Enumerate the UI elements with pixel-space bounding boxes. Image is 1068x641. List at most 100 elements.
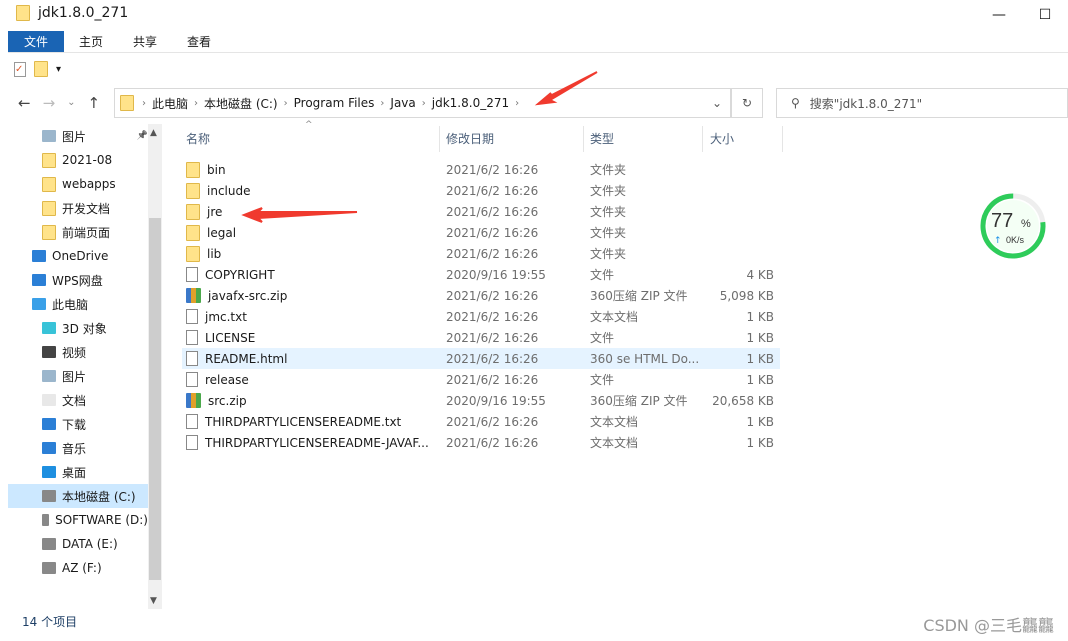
breadcrumb-c-drive[interactable]: 本地磁盘 (C:) bbox=[198, 95, 284, 112]
upload-arrow-icon: ↑ bbox=[994, 236, 1002, 246]
column-header-date[interactable]: 修改日期 bbox=[446, 128, 494, 150]
sidebar-item[interactable]: AZ (F:) bbox=[8, 556, 148, 580]
refresh-button[interactable]: ↻ bbox=[731, 88, 763, 118]
sidebar-item[interactable]: DATA (E:) bbox=[8, 532, 148, 556]
network-speed-gauge[interactable]: 77 % ↑ 0K/s bbox=[980, 193, 1046, 259]
up-icon[interactable]: ↑ bbox=[88, 94, 101, 112]
sidebar-item[interactable]: OneDrive bbox=[8, 244, 148, 268]
file-name-cell: src.zip bbox=[186, 393, 247, 408]
file-name: THIRDPARTYLICENSEREADME.txt bbox=[205, 414, 402, 429]
file-row[interactable]: release 2021/6/2 16:26 文件 1 KB bbox=[182, 369, 780, 390]
file-date: 2021/6/2 16:26 bbox=[446, 330, 539, 345]
tab-file[interactable]: 文件 bbox=[8, 31, 64, 53]
sidebar-item[interactable]: 视频 bbox=[8, 340, 148, 364]
breadcrumb-java[interactable]: Java bbox=[384, 96, 421, 110]
sidebar-item-label: 视频 bbox=[62, 345, 87, 360]
file-row[interactable]: bin 2021/6/2 16:26 文件夹 bbox=[182, 159, 780, 180]
sidebar-item[interactable]: 下载 bbox=[8, 412, 148, 436]
sidebar-item[interactable]: SOFTWARE (D:) bbox=[8, 508, 148, 532]
desktop-icon bbox=[42, 466, 56, 478]
divider[interactable] bbox=[782, 126, 783, 152]
divider[interactable] bbox=[583, 126, 584, 152]
sidebar-item[interactable]: WPS网盘 bbox=[8, 268, 148, 292]
file-row[interactable]: legal 2021/6/2 16:26 文件夹 bbox=[182, 222, 780, 243]
music-icon bbox=[42, 442, 56, 454]
file-size: 5,098 KB bbox=[719, 288, 774, 303]
file-row[interactable]: THIRDPARTYLICENSEREADME-JAVAF... 2021/6/2… bbox=[182, 432, 780, 453]
column-header-name[interactable]: 名称 bbox=[186, 128, 210, 150]
file-size: 1 KB bbox=[746, 330, 774, 345]
folder-icon bbox=[42, 152, 56, 168]
breadcrumb-this-pc[interactable]: 此电脑 bbox=[146, 95, 194, 112]
file-row[interactable]: LICENSE 2021/6/2 16:26 文件 1 KB bbox=[182, 327, 780, 348]
chevron-right-icon[interactable]: › bbox=[515, 98, 519, 109]
sidebar-item[interactable]: 开发文档 bbox=[8, 196, 148, 220]
chevron-down-icon[interactable]: ⌄ bbox=[712, 96, 722, 110]
file-type: 文件夹 bbox=[590, 184, 627, 198]
divider[interactable] bbox=[702, 126, 703, 152]
file-row[interactable]: COPYRIGHT 2020/9/16 19:55 文件 4 KB bbox=[182, 264, 780, 285]
file-icon bbox=[186, 267, 198, 282]
sidebar-item-label: 图片 bbox=[62, 369, 87, 384]
file-row[interactable]: README.html 2021/6/2 16:26 360 se HTML Do.… bbox=[182, 348, 780, 369]
breadcrumb-jdk[interactable]: jdk1.8.0_271 bbox=[426, 96, 515, 110]
search-input[interactable]: ⚲ 搜索"jdk1.8.0_271" bbox=[776, 88, 1068, 118]
file-type: 文件夹 bbox=[590, 205, 627, 219]
column-header-type[interactable]: 类型 bbox=[590, 128, 614, 150]
column-header-size[interactable]: 大小 bbox=[710, 128, 734, 150]
sidebar-item[interactable]: 文档 bbox=[8, 388, 148, 412]
watermark: CSDN @三毛龘龘 bbox=[923, 616, 1054, 635]
title-bar: jdk1.8.0_271 bbox=[16, 5, 128, 21]
tab-home[interactable]: 主页 bbox=[64, 31, 118, 53]
file-name-cell: release bbox=[186, 372, 249, 387]
sidebar-item[interactable]: webapps bbox=[8, 172, 148, 196]
folder-icon bbox=[16, 5, 30, 21]
sidebar-item[interactable]: 3D 对象 bbox=[8, 316, 148, 340]
file-type: 文件夹 bbox=[590, 226, 627, 240]
file-row[interactable]: lib 2021/6/2 16:26 文件夹 bbox=[182, 243, 780, 264]
sidebar-item[interactable]: 2021-08 bbox=[8, 148, 148, 172]
tab-share[interactable]: 共享 bbox=[118, 31, 172, 53]
navigation-buttons: ← → ⌄ ↑ bbox=[18, 94, 100, 112]
pin-icon[interactable]: 📌 bbox=[137, 131, 148, 141]
drive-icon bbox=[42, 562, 56, 574]
sidebar-item[interactable]: 图片 bbox=[8, 364, 148, 388]
quick-access-toolbar: ✓ ▾ bbox=[14, 61, 61, 77]
file-row[interactable]: THIRDPARTYLICENSEREADME.txt 2021/6/2 16:2… bbox=[182, 411, 780, 432]
sidebar-item[interactable]: 此电脑 bbox=[8, 292, 148, 316]
file-size: 1 KB bbox=[746, 309, 774, 324]
file-type: 360压缩 ZIP 文件 bbox=[590, 394, 688, 408]
customize-dropdown-icon[interactable]: ▾ bbox=[56, 64, 61, 75]
file-row[interactable]: src.zip 2020/9/16 19:55 360压缩 ZIP 文件 20,658… bbox=[182, 390, 780, 411]
address-bar[interactable]: › 此电脑 › 本地磁盘 (C:) › Program Files › Java › j… bbox=[114, 88, 731, 118]
sidebar-item[interactable]: 桌面 bbox=[8, 460, 148, 484]
maximize-button[interactable]: ☐ bbox=[1022, 0, 1068, 30]
scroll-down-icon[interactable]: ▼ bbox=[150, 596, 157, 606]
sidebar-item[interactable]: 前端页面 bbox=[8, 220, 148, 244]
forward-icon[interactable]: → bbox=[43, 94, 56, 112]
sidebar-item[interactable]: 图片 📌 bbox=[8, 124, 148, 148]
sidebar-item[interactable]: 本地磁盘 (C:) bbox=[8, 484, 148, 508]
new-folder-icon[interactable] bbox=[34, 61, 48, 77]
file-name: COPYRIGHT bbox=[205, 267, 275, 282]
breadcrumb-program-files[interactable]: Program Files bbox=[288, 96, 381, 110]
folder-icon bbox=[186, 203, 200, 220]
tab-view[interactable]: 查看 bbox=[172, 31, 226, 53]
file-name: README.html bbox=[205, 351, 288, 366]
divider[interactable] bbox=[439, 126, 440, 152]
scroll-up-icon[interactable]: ▲ bbox=[150, 128, 157, 138]
gauge-speed: 0K/s bbox=[1006, 235, 1025, 245]
file-date: 2021/6/2 16:26 bbox=[446, 372, 539, 387]
file-row[interactable]: javafx-src.zip 2021/6/2 16:26 360压缩 ZIP 文件… bbox=[182, 285, 780, 306]
scrollbar-thumb[interactable] bbox=[149, 218, 161, 580]
file-row[interactable]: jre 2021/6/2 16:26 文件夹 bbox=[182, 201, 780, 222]
file-row[interactable]: include 2021/6/2 16:26 文件夹 bbox=[182, 180, 780, 201]
recent-dropdown-icon[interactable]: ⌄ bbox=[67, 94, 75, 112]
sidebar-item[interactable]: 音乐 bbox=[8, 436, 148, 460]
sidebar-item-label: 前端页面 bbox=[62, 225, 111, 240]
properties-icon[interactable]: ✓ bbox=[14, 61, 26, 77]
file-row[interactable]: jmc.txt 2021/6/2 16:26 文本文档 1 KB bbox=[182, 306, 780, 327]
minimize-button[interactable]: — bbox=[976, 0, 1022, 30]
window-title: jdk1.8.0_271 bbox=[38, 5, 129, 21]
back-icon[interactable]: ← bbox=[18, 94, 31, 112]
